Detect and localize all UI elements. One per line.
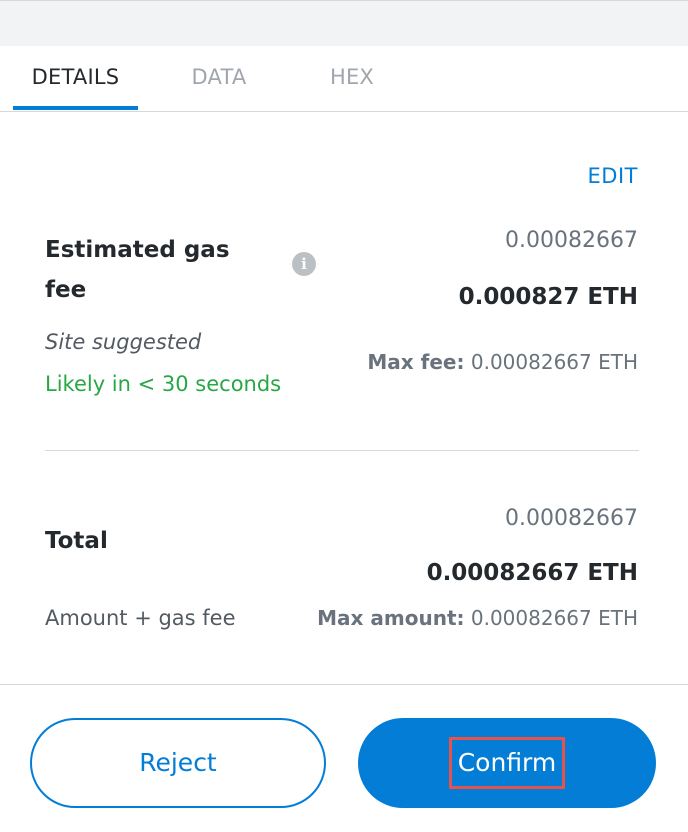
gas-fee-secondary-value: 0.00082667 [505,228,638,253]
total-secondary-value: 0.00082667 [505,506,638,531]
active-tab-indicator [13,106,138,110]
total-label: Total [45,528,108,554]
gas-timing-estimate: Likely in < 30 seconds [45,372,282,396]
gas-fee-primary-value: 0.000827 ETH [458,284,638,310]
max-fee-label: Max fee: [367,350,465,374]
total-description: Amount + gas fee [45,606,236,630]
info-icon[interactable]: i [292,252,316,276]
confirm-button[interactable]: Confirm [358,718,656,808]
site-suggested-label: Site suggested [45,330,202,354]
reject-button[interactable]: Reject [30,718,326,808]
total-primary-value: 0.00082667 ETH [426,560,638,586]
tab-data[interactable]: DATA [160,46,278,112]
max-fee: Max fee: 0.00082667 ETH [367,350,638,374]
max-amount: Max amount: 0.00082667 ETH [317,606,638,630]
confirm-button-label: Confirm [448,737,566,789]
section-divider [45,450,639,451]
top-strip [0,0,688,46]
tab-details[interactable]: DETAILS [13,46,138,112]
max-fee-value: 0.00082667 ETH [470,350,638,374]
max-amount-value: 0.00082667 ETH [470,606,638,630]
tabs-bar: DETAILS DATA HEX [0,46,688,112]
transaction-details [0,112,688,684]
max-amount-label: Max amount: [317,606,465,630]
estimated-gas-fee-label: Estimated gas fee [45,237,230,303]
edit-gas-link[interactable]: EDIT [588,164,638,188]
tab-hex[interactable]: HEX [300,46,404,112]
